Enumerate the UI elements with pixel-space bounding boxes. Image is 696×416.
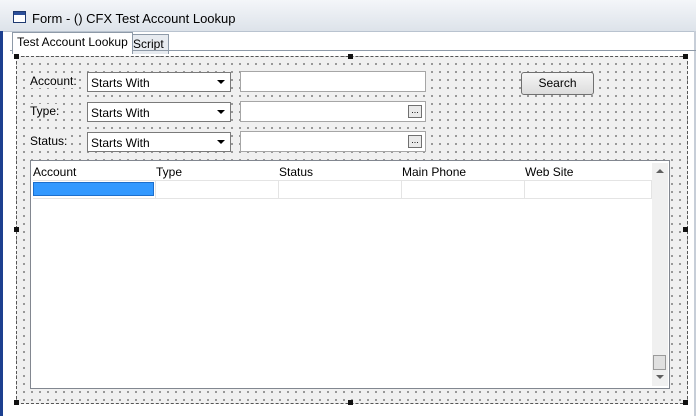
- column-header-main-phone[interactable]: Main Phone: [402, 165, 466, 179]
- status-value-input[interactable]: ...: [240, 131, 426, 152]
- resize-grip-top-left[interactable]: [14, 54, 19, 59]
- scroll-down-icon[interactable]: [656, 375, 664, 379]
- tab-label: Test Account Lookup: [17, 35, 128, 49]
- header-divider: [33, 180, 651, 181]
- vertical-scrollbar[interactable]: [652, 163, 668, 386]
- type-operator-value: Starts With: [91, 106, 150, 120]
- scroll-up-icon[interactable]: [656, 169, 664, 173]
- selected-cell[interactable]: [33, 182, 154, 196]
- resize-grip-bottom-center[interactable]: [348, 400, 353, 405]
- column-header-account[interactable]: Account: [33, 165, 76, 179]
- results-grid[interactable]: Account Type Status Main Phone Web Site: [30, 160, 670, 389]
- row-divider: [33, 198, 651, 199]
- resize-grip-middle-right[interactable]: [683, 227, 688, 232]
- chevron-down-icon[interactable]: [214, 75, 228, 89]
- tab-test-account-lookup[interactable]: Test Account Lookup: [12, 32, 133, 54]
- column-divider: [524, 180, 525, 199]
- search-button[interactable]: Search: [521, 72, 594, 95]
- type-label: Type:: [30, 104, 60, 118]
- account-value-input[interactable]: [240, 71, 426, 92]
- chevron-down-icon[interactable]: [214, 135, 228, 149]
- resize-grip-top-center[interactable]: [348, 54, 353, 59]
- type-operator-select[interactable]: Starts With: [87, 102, 231, 122]
- window-left-edge: [0, 31, 3, 416]
- account-label: Account:: [30, 74, 77, 88]
- ellipsis-lookup-button[interactable]: ...: [408, 105, 422, 118]
- resize-grip-bottom-left[interactable]: [14, 400, 19, 405]
- chevron-down-icon[interactable]: [214, 105, 228, 119]
- title-bar: Form - () CFX Test Account Lookup: [0, 0, 696, 32]
- type-value-input[interactable]: ...: [240, 101, 426, 122]
- window-title: Form - () CFX Test Account Lookup: [32, 11, 236, 26]
- status-operator-value: Starts With: [91, 136, 150, 150]
- resize-grip-bottom-right[interactable]: [683, 400, 688, 405]
- status-label: Status:: [30, 134, 68, 148]
- resize-grip-top-right[interactable]: [683, 54, 688, 59]
- scroll-thumb[interactable]: [653, 355, 666, 370]
- account-operator-select[interactable]: Starts With: [87, 72, 231, 92]
- column-divider: [401, 180, 402, 199]
- account-operator-value: Starts With: [91, 76, 150, 90]
- form-window-icon: [13, 11, 26, 23]
- column-divider: [155, 180, 156, 199]
- ellipsis-lookup-button[interactable]: ...: [408, 135, 422, 148]
- status-operator-select[interactable]: Starts With: [87, 132, 231, 152]
- tab-label: Script: [133, 37, 164, 51]
- column-divider: [278, 180, 279, 199]
- column-header-web-site[interactable]: Web Site: [525, 165, 573, 179]
- resize-grip-middle-left[interactable]: [14, 227, 19, 232]
- tab-script[interactable]: Script: [128, 34, 169, 54]
- column-header-status[interactable]: Status: [279, 165, 313, 179]
- column-header-type[interactable]: Type: [156, 165, 182, 179]
